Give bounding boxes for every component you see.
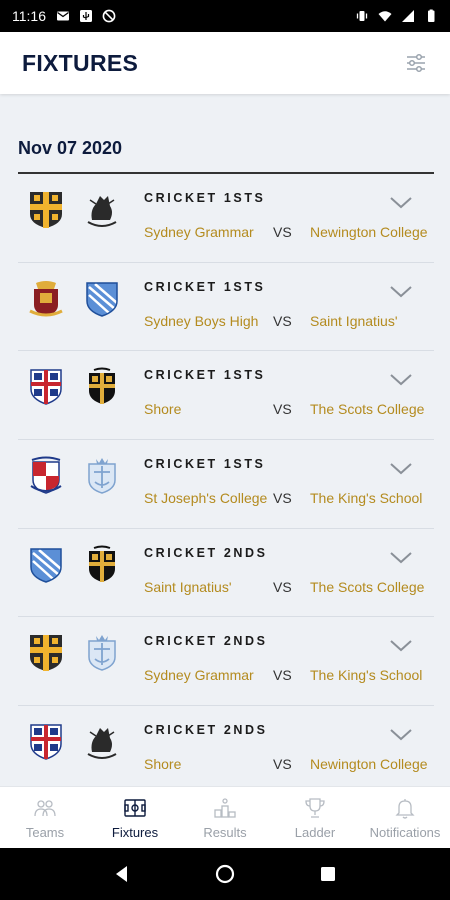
home-team[interactable]: Shore [144, 756, 181, 772]
away-team[interactable]: The Scots College [310, 579, 424, 595]
home-team[interactable]: Sydney Grammar [144, 224, 254, 240]
vs-label: VS [273, 578, 292, 595]
chevron-down-icon[interactable] [390, 196, 412, 210]
sydney-grammar-crest-icon [30, 635, 62, 672]
fixture-sport: CRICKET 2NDS [144, 634, 268, 649]
the-kings-school-crest-icon [88, 458, 116, 494]
chevron-down-icon[interactable] [390, 285, 412, 299]
vs-label: VS [273, 756, 292, 773]
nav-ladder[interactable]: Ladder [270, 787, 360, 848]
nav-label: Notifications [369, 825, 441, 840]
fixture-row[interactable]: CRICKET 2NDS Sydney Grammar VS The King'… [18, 617, 434, 707]
nav-results[interactable]: Results [180, 787, 270, 848]
chevron-down-icon[interactable] [390, 462, 412, 476]
away-team[interactable]: Saint Ignatius' [310, 313, 398, 329]
status-time: 11:16 [12, 8, 46, 24]
fixture-row[interactable]: CRICKET 2NDS Saint Ignatius' VS The Scot… [18, 529, 434, 618]
fixture-row[interactable]: CRICKET 2NDS Shore VS Newington College [18, 706, 434, 786]
newington-college-crest-icon [87, 196, 117, 227]
bell-icon [395, 799, 415, 819]
chevron-down-icon[interactable] [390, 373, 412, 387]
fixture-row[interactable]: CRICKET 1STS Shore VS The Scots College [18, 351, 434, 441]
the-scots-college-crest-icon [89, 545, 115, 582]
signal-icon [402, 10, 414, 22]
home-icon[interactable] [215, 864, 235, 884]
home-team[interactable]: Saint Ignatius' [144, 579, 232, 595]
wifi-icon [378, 11, 392, 22]
vs-label: VS [273, 667, 292, 684]
sliders-icon[interactable] [404, 51, 428, 75]
away-team[interactable]: Newington College [310, 756, 428, 772]
bottom-nav: Teams Fixtures Results Ladder Notificati… [0, 786, 450, 848]
system-nav-bar [0, 848, 450, 900]
nav-teams[interactable]: Teams [0, 787, 90, 848]
results-icon [214, 798, 236, 818]
saint-ignatius-crest-icon [86, 281, 118, 317]
mail-icon [57, 11, 69, 21]
away-team[interactable]: The King's School [310, 667, 422, 683]
fixture-sport: CRICKET 1STS [144, 279, 266, 294]
date-heading: Nov 07 2020 [18, 138, 123, 158]
chevron-down-icon[interactable] [390, 728, 412, 742]
nav-notifications[interactable]: Notifications [360, 787, 450, 848]
teams-icon [34, 800, 56, 817]
vs-label: VS [273, 312, 292, 329]
the-scots-college-crest-icon [89, 367, 115, 405]
nav-label: Results [203, 825, 247, 840]
away-team[interactable]: Newington College [310, 224, 428, 240]
the-kings-school-crest-icon [88, 635, 116, 672]
nav-label: Teams [25, 825, 65, 840]
vs-label: VS [273, 401, 292, 418]
sydney-grammar-crest-icon [30, 192, 62, 228]
do-not-disturb-icon [102, 9, 116, 23]
home-team[interactable]: St Joseph's College [144, 490, 267, 506]
away-team[interactable]: The Scots College [310, 401, 424, 417]
home-team[interactable]: Shore [144, 401, 181, 417]
home-team[interactable]: Sydney Boys High [144, 313, 258, 329]
vs-label: VS [273, 490, 292, 507]
shore-crest-icon [30, 724, 62, 760]
fixture-sport: CRICKET 2NDS [144, 723, 268, 738]
recents-icon[interactable] [318, 864, 338, 884]
sydney-boys-high-crest-icon [29, 280, 63, 317]
chevron-down-icon[interactable] [390, 551, 412, 565]
nav-label: Ladder [294, 825, 336, 840]
fixture-sport: CRICKET 1STS [144, 457, 266, 472]
newington-college-crest-icon [87, 728, 117, 760]
vibrate-icon [356, 11, 368, 21]
battery-icon [428, 9, 435, 22]
away-team[interactable]: The King's School [310, 490, 422, 506]
st-josephs-college-crest-icon [30, 456, 62, 494]
fixture-sport: CRICKET 1STS [144, 191, 266, 205]
fixture-row[interactable]: CRICKET 1STS St Joseph's College VS The … [18, 440, 434, 529]
fixtures-content[interactable]: Nov 07 2020 CRICKET 1STS Sydney Grammar … [0, 94, 450, 786]
fixture-row[interactable]: CRICKET 1STS Sydney Boys High VS Saint I… [18, 263, 434, 352]
fixture-sport: CRICKET 1STS [144, 368, 266, 383]
fixture-row[interactable]: CRICKET 1STS Sydney Grammar VS Newington… [18, 174, 434, 263]
vs-label: VS [273, 224, 292, 240]
app-header: FIXTURES [0, 32, 450, 94]
back-icon[interactable] [112, 864, 132, 884]
fixture-sport: CRICKET 2NDS [144, 545, 268, 560]
fixtures-icon [124, 799, 146, 817]
fixture-list: CRICKET 1STS Sydney Grammar VS Newington… [18, 174, 434, 786]
trophy-icon [305, 798, 325, 818]
shore-crest-icon [30, 369, 62, 406]
nav-label: Fixtures [111, 825, 159, 840]
status-bar: 11:16 [0, 0, 450, 32]
chevron-down-icon[interactable] [390, 639, 412, 653]
nav-fixtures[interactable]: Fixtures [90, 787, 180, 848]
page-title: FIXTURES [22, 49, 139, 76]
saint-ignatius-crest-icon [30, 548, 62, 583]
usb-icon [80, 10, 92, 22]
home-team[interactable]: Sydney Grammar [144, 667, 254, 683]
